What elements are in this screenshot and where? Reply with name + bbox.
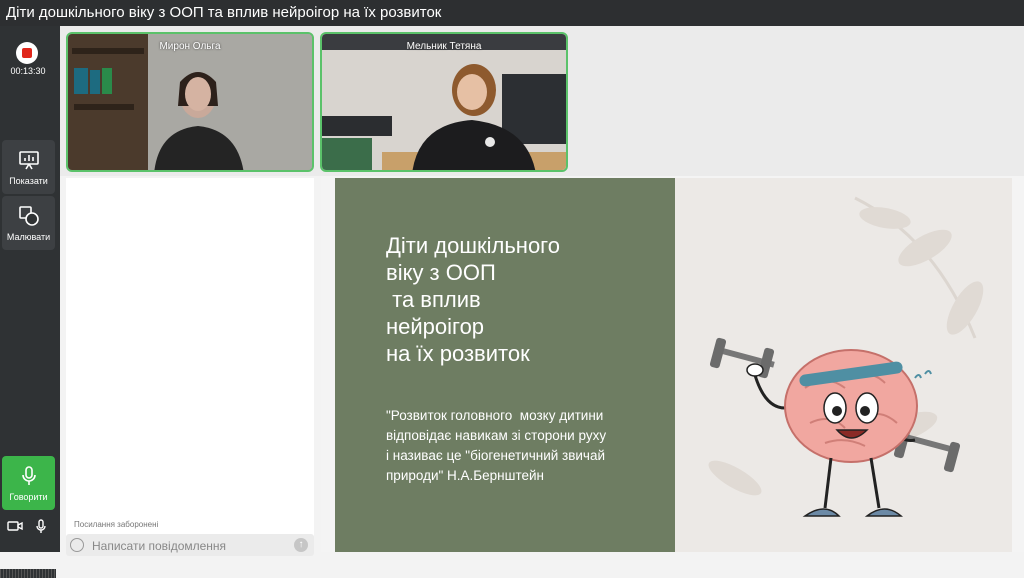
mic-small-icon[interactable] — [32, 518, 50, 534]
participant-name: Мирон Ольга — [159, 41, 221, 52]
microphone-icon — [21, 466, 36, 485]
record-stop-button[interactable] — [16, 42, 38, 64]
slide-text-panel: Діти дошкільного віку з ООП та вплив ней… — [335, 178, 675, 552]
sidebar-scrollbar[interactable] — [0, 569, 56, 578]
brain-dumbbell-illustration — [708, 196, 984, 517]
record-timer: 00:13:30 — [10, 66, 46, 76]
camera-icon[interactable] — [6, 518, 24, 534]
draw-label: Малювати — [6, 232, 51, 242]
speak-label: Говорити — [9, 492, 48, 502]
emoji-icon[interactable] — [70, 538, 84, 552]
present-label: Показати — [9, 176, 48, 186]
sidebar: 00:13:30 Показати Малювати Говорити — [0, 26, 60, 578]
participant-feed-1 — [68, 34, 312, 170]
window-title: Діти дошкільного віку з ООП та вплив ней… — [0, 0, 1024, 26]
presentation-icon — [18, 151, 39, 170]
present-button[interactable]: Показати — [2, 140, 55, 194]
send-icon[interactable]: ↑ — [294, 538, 308, 552]
links-forbidden-notice: Посилання заборонені — [74, 520, 159, 529]
slide-quote: "Розвиток головного мозку дитини відпові… — [386, 408, 607, 483]
slide-title: Діти дошкільного віку з ООП та вплив ней… — [386, 233, 560, 366]
chat-input[interactable]: Написати повідомлення ↑ — [66, 534, 314, 556]
slide-illustration-panel — [675, 178, 1012, 552]
participant-video-2[interactable]: Мельник Тетяна — [320, 32, 568, 172]
participant-video-1[interactable]: Мирон Ольга — [66, 32, 314, 172]
shared-slide: Діти дошкільного віку з ООП та вплив ней… — [321, 176, 1024, 552]
speak-button[interactable]: Говорити — [2, 456, 55, 510]
chat-placeholder: Написати повідомлення — [92, 539, 227, 553]
draw-button[interactable]: Малювати — [2, 196, 55, 250]
chat-panel: Посилання заборонені Написати повідомлен… — [66, 178, 314, 556]
participant-feed-2 — [322, 34, 566, 170]
video-strip: Мирон Ольга Мельник Тетяна — [60, 26, 1024, 176]
shapes-icon — [18, 206, 39, 226]
participant-name: Мельник Тетяна — [406, 41, 482, 52]
